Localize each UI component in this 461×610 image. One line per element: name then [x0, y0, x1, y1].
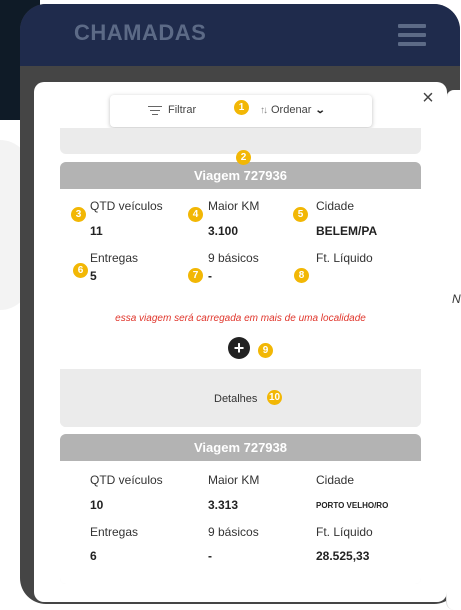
next-card-peek	[446, 90, 461, 610]
annotation-badge: 3	[71, 207, 86, 222]
annotation-badge: 7	[188, 268, 203, 283]
basics-label: 9 básicos	[208, 525, 259, 539]
km-value: 3.100	[208, 224, 239, 238]
sort-label: Ordenar	[271, 104, 312, 116]
net-label: Ft. Líquido	[316, 251, 373, 265]
qtd-value: 10	[90, 498, 104, 512]
qtd-label: QTD veículos	[90, 199, 163, 213]
qtd-label: QTD veículos	[90, 473, 163, 487]
annotation-badge: 1	[234, 100, 249, 115]
plus-icon[interactable]: +	[228, 337, 250, 359]
annotation-badge: 8	[294, 268, 309, 283]
basics-value: -	[208, 269, 212, 283]
km-value: 3.313	[208, 498, 239, 512]
app-bar: CHAMADAS	[20, 4, 460, 66]
close-icon[interactable]: ×	[418, 88, 438, 108]
multi-location-warning: essa viagem será carregada em mais de um…	[115, 313, 366, 324]
qtd-value: 11	[90, 224, 103, 238]
km-label: Maior KM	[208, 199, 260, 213]
net-value: 28.525,33	[316, 549, 370, 563]
deliveries-label: Entregas	[90, 525, 139, 539]
city-value: PORTO VELHO/RO	[316, 501, 389, 510]
deliveries-value: 5	[90, 269, 97, 283]
trip-title: Viagem 727938	[60, 434, 421, 461]
details-label: Detalhes	[214, 393, 258, 405]
next-card-text: N	[452, 292, 461, 306]
net-label: Ft. Líquido	[316, 525, 373, 539]
sort-arrows-icon: ↑↓	[260, 104, 268, 116]
details-bar[interactable]: Detalhes	[60, 369, 421, 427]
sort-button[interactable]: ↑↓ Ordenar ⌄	[260, 104, 327, 116]
basics-label: 9 básicos	[208, 251, 259, 265]
deliveries-value: 6	[90, 549, 97, 563]
hamburger-icon[interactable]	[398, 24, 426, 46]
basics-value: -	[208, 549, 212, 563]
trip-card[interactable]: Viagem 727938 QTD veículos 10 Maior KM 3…	[60, 434, 421, 584]
trip-title: Viagem 727936	[60, 162, 421, 189]
filter-icon	[148, 105, 162, 115]
deliveries-label: Entregas	[90, 251, 139, 265]
trip-card[interactable]: Viagem 727936 QTD veículos 11 Maior KM 3…	[60, 162, 421, 427]
annotation-badge: 5	[293, 207, 308, 222]
filter-label: Filtrar	[168, 104, 197, 116]
city-label: Cidade	[316, 473, 355, 487]
chevron-down-icon: ⌄	[315, 104, 327, 116]
annotation-badge: 2	[236, 150, 251, 165]
city-label: Cidade	[316, 199, 355, 213]
annotation-badge: 6	[73, 263, 88, 278]
filter-button[interactable]: Filtrar	[148, 104, 196, 116]
annotation-badge: 4	[188, 207, 203, 222]
annotation-badge: 9	[258, 343, 273, 358]
km-label: Maior KM	[208, 473, 260, 487]
annotation-badge: 10	[267, 390, 282, 405]
city-value: BELEM/PA	[316, 224, 378, 238]
app-title: CHAMADAS	[74, 20, 207, 45]
